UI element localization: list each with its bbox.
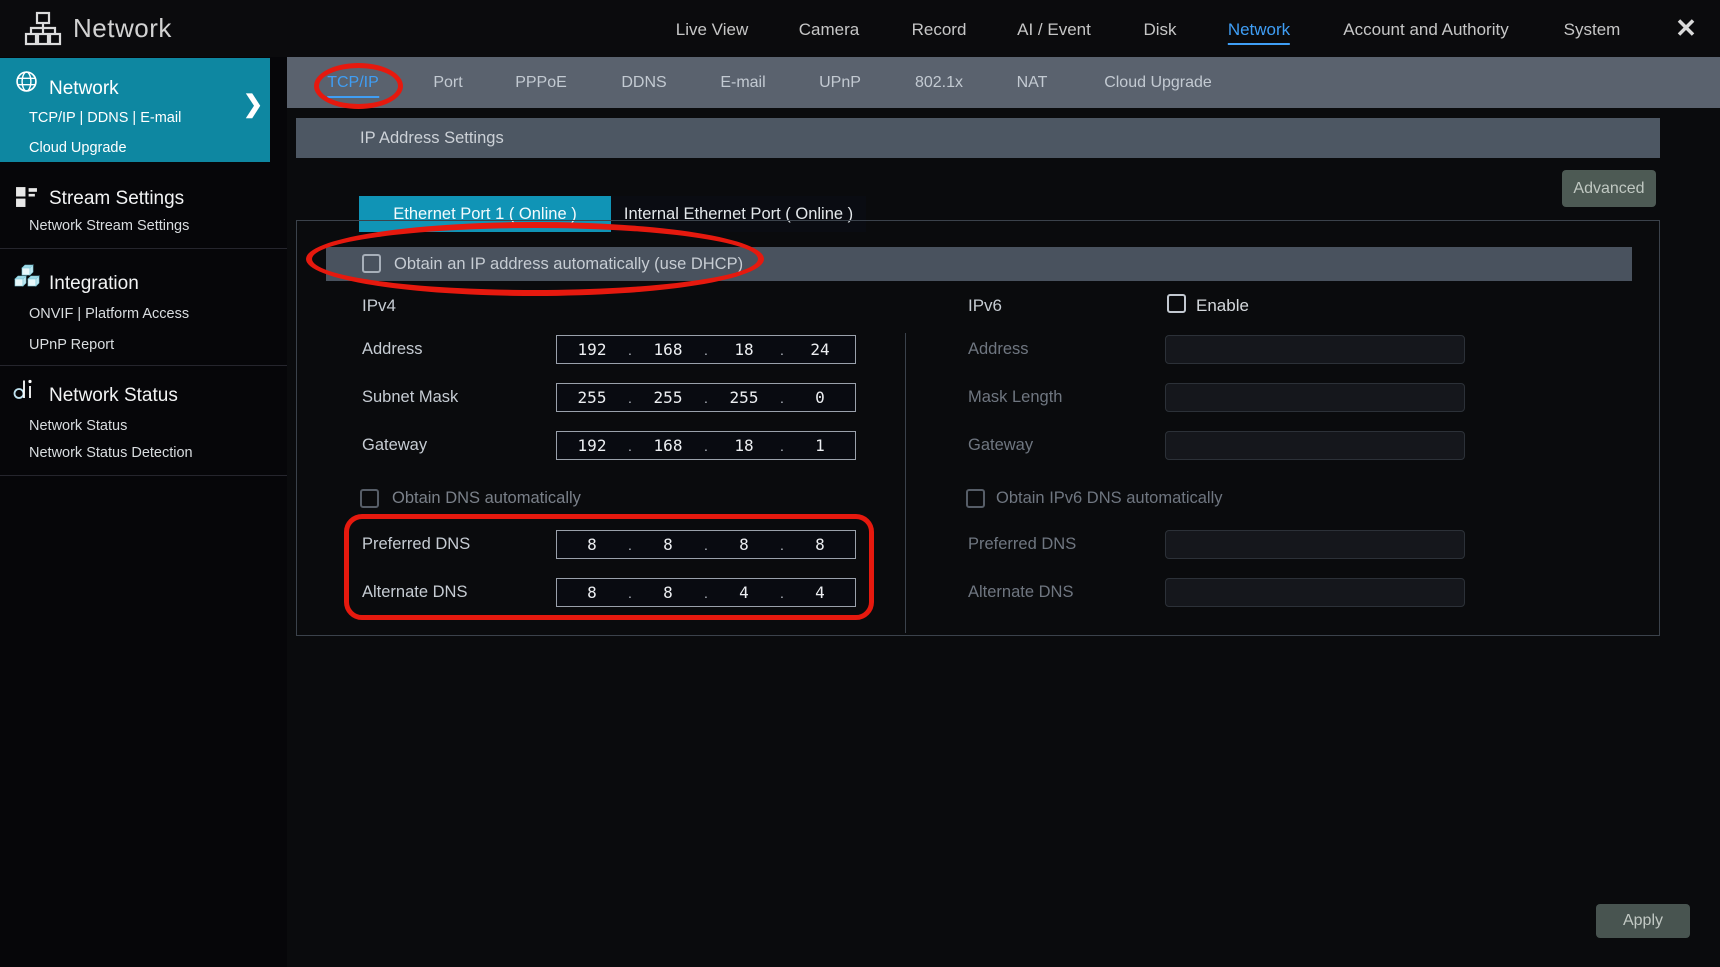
sidebar: Network TCP/IP | DDNS | E-mail Cloud Upg… [0,57,287,967]
sidebar-item-stream-settings[interactable]: Stream Settings [49,188,184,210]
sidebar-network-cloud-upgrade[interactable]: Cloud Upgrade [29,140,127,156]
apply-button[interactable]: Apply [1596,904,1690,938]
obtain-ipv6-dns-auto-label: Obtain IPv6 DNS automatically [996,489,1223,508]
tab-nat[interactable]: NAT [1017,74,1048,92]
ipv6-alternate-dns-label: Alternate DNS [968,578,1073,607]
network-status-stats-icon [12,377,38,407]
nvr-network-settings-screen: Network Live View Camera Record AI / Eve… [0,0,1720,967]
ipv6-gateway-field [1165,431,1465,460]
sidebar-item-network-status[interactable]: Network Status [49,385,178,407]
tcpip-tab-bar: TCP/IP Port PPPoE DDNS E-mail UPnP 802.1… [287,57,1720,108]
nav-system[interactable]: System [1564,20,1621,40]
column-divider [905,333,906,633]
ipv4-subnet-field[interactable]: 255.255.255.0 [556,383,856,412]
nav-network[interactable]: Network [1228,20,1290,45]
page-title: Network [73,13,172,44]
ipv4-gateway-label: Gateway [362,431,427,460]
ipv4-subnet-label: Subnet Mask [362,383,458,412]
tab-tcpip[interactable]: TCP/IP [327,74,379,98]
ipv6-preferred-dns-label: Preferred DNS [968,530,1076,559]
sidebar-divider [0,365,287,366]
tab-port[interactable]: Port [433,74,462,92]
network-hierarchy-logo-icon [24,11,62,52]
close-icon[interactable]: ✕ [1675,13,1697,44]
sidebar-network-status-link[interactable]: Network Status [29,418,127,434]
sidebar-item-network[interactable]: Network TCP/IP | DDNS | E-mail Cloud Upg… [0,58,270,162]
ipv6-section-label: IPv6 [968,296,1002,316]
tab-email[interactable]: E-mail [720,74,765,92]
tab-upnp[interactable]: UPnP [819,74,861,92]
ipv6-address-label: Address [968,335,1029,364]
sidebar-upnp-report[interactable]: UPnP Report [29,337,114,353]
nav-account-authority[interactable]: Account and Authority [1343,20,1508,40]
sidebar-item-integration[interactable]: Integration [49,273,139,295]
ipv4-alternate-dns-field[interactable]: 8.8.4.4 [556,578,856,607]
nav-live-view[interactable]: Live View [676,20,748,40]
obtain-dns-auto-label: Obtain DNS automatically [392,489,581,508]
integration-cubes-icon [14,263,40,293]
ipv4-address-label: Address [362,335,423,364]
dhcp-label: Obtain an IP address automatically (use … [394,247,743,281]
ipv4-alternate-dns-label: Alternate DNS [362,578,467,607]
ipv4-gateway-field[interactable]: 192.168.18.1 [556,431,856,460]
sidebar-onvif-platform-access[interactable]: ONVIF | Platform Access [29,306,189,322]
section-title: IP Address Settings [360,118,504,158]
settings-panel [296,220,1660,636]
obtain-ipv6-dns-auto-checkbox [966,489,985,508]
ipv6-gateway-label: Gateway [968,431,1033,460]
sidebar-network-title[interactable]: Network [49,78,119,100]
nav-record[interactable]: Record [912,20,967,40]
dhcp-checkbox[interactable] [362,254,381,273]
tab-pppoe[interactable]: PPPoE [515,74,567,92]
ipv6-address-field [1165,335,1465,364]
ipv6-mask-length-label: Mask Length [968,383,1062,412]
nav-disk[interactable]: Disk [1143,20,1176,40]
ip-address-settings-header: IP Address Settings [296,118,1660,158]
sidebar-network-links[interactable]: TCP/IP | DDNS | E-mail [29,110,181,126]
ipv4-preferred-dns-label: Preferred DNS [362,530,470,559]
top-bar: Network Live View Camera Record AI / Eve… [0,0,1720,57]
sidebar-divider [0,475,287,476]
obtain-dns-auto-checkbox [360,489,379,508]
sidebar-network-stream-settings[interactable]: Network Stream Settings [29,218,189,234]
dhcp-row: Obtain an IP address automatically (use … [326,247,1632,281]
ipv6-preferred-dns-field [1165,530,1465,559]
chevron-right-icon: ❯ [243,90,263,119]
nav-camera[interactable]: Camera [799,20,859,40]
tab-ddns[interactable]: DDNS [621,74,666,92]
ipv6-mask-length-field [1165,383,1465,412]
tab-8021x[interactable]: 802.1x [915,74,963,92]
advanced-button[interactable]: Advanced [1562,170,1656,207]
stream-settings-icon [15,185,38,213]
ipv6-enable-label: Enable [1196,296,1249,316]
ipv4-preferred-dns-field[interactable]: 8.8.8.8 [556,530,856,559]
tab-cloud-upgrade[interactable]: Cloud Upgrade [1104,74,1212,92]
sidebar-divider [0,248,287,249]
ipv6-alternate-dns-field [1165,578,1465,607]
ipv6-enable-checkbox[interactable] [1167,294,1186,313]
globe-icon [15,70,38,98]
sidebar-network-status-detection[interactable]: Network Status Detection [29,445,193,461]
ipv4-address-field[interactable]: 192.168.18.24 [556,335,856,364]
nav-ai-event[interactable]: AI / Event [1017,20,1091,40]
ipv4-section-label: IPv4 [362,296,396,316]
